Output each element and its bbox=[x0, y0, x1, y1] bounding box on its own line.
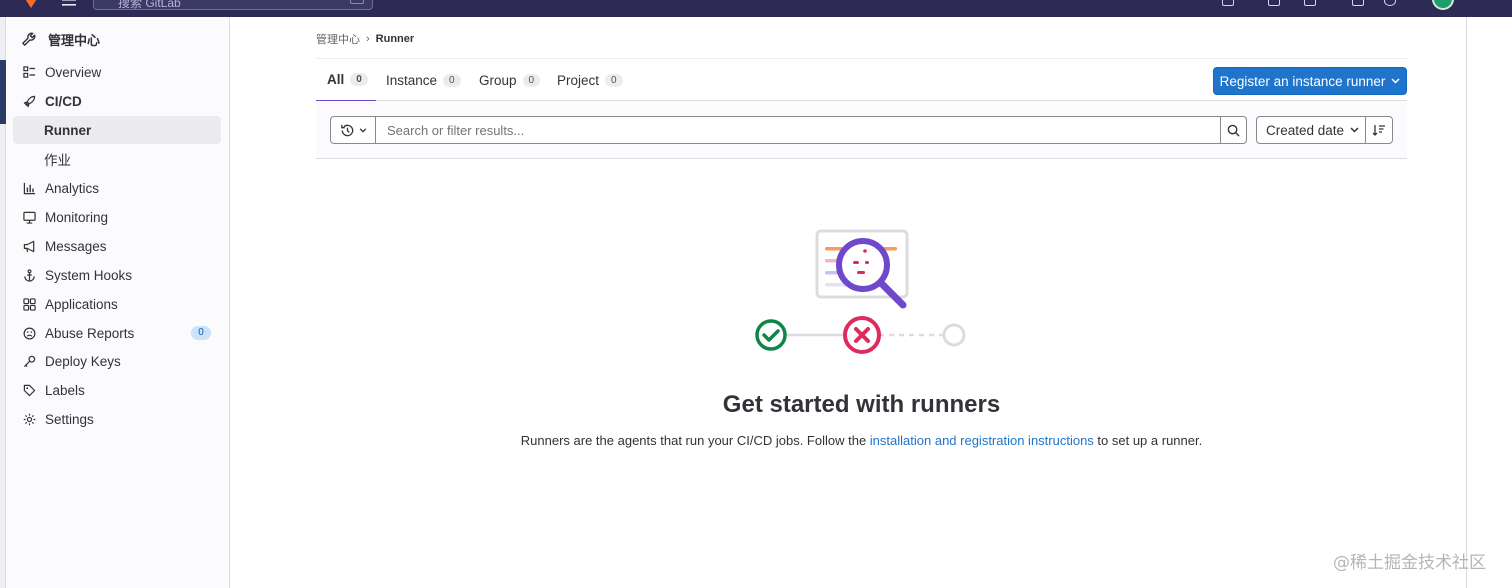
sidebar-item-applications[interactable]: Applications bbox=[13, 290, 221, 318]
todos-icon[interactable] bbox=[1304, 0, 1316, 6]
sidebar-header-title: 管理中心 bbox=[48, 32, 101, 48]
sidebar-item-runner[interactable]: Runner bbox=[13, 116, 221, 144]
plus-icon[interactable] bbox=[1352, 0, 1364, 6]
empty-state-title: Get started with runners bbox=[722, 391, 1001, 418]
history-icon bbox=[341, 124, 354, 136]
key-icon bbox=[23, 355, 36, 367]
merge-requests-icon[interactable] bbox=[1268, 0, 1280, 6]
anchor-icon bbox=[24, 268, 35, 282]
issues-icon[interactable] bbox=[1222, 0, 1234, 6]
rocket-icon bbox=[23, 95, 36, 107]
bullhorn-icon bbox=[23, 240, 35, 252]
filter-bar: Created date bbox=[316, 101, 1407, 159]
register-instance-runner-button[interactable]: Register an instance runner bbox=[1213, 67, 1407, 95]
wrench-icon bbox=[22, 32, 36, 46]
chevron-down-icon bbox=[1350, 127, 1359, 133]
register-button-label: Register an instance runner bbox=[1219, 73, 1386, 89]
sidebar-item-labels[interactable]: Labels bbox=[13, 376, 221, 404]
tab-instance[interactable]: Instance 0 bbox=[375, 59, 472, 101]
monitor-icon bbox=[23, 211, 36, 224]
empty-state-description: Runners are the agents that run your CI/… bbox=[316, 433, 1407, 448]
tab-label: Group bbox=[479, 72, 517, 88]
chart-icon bbox=[23, 182, 36, 194]
sidebar-item-jobs[interactable]: 作业 bbox=[13, 145, 221, 173]
recent-searches-dropdown[interactable] bbox=[330, 116, 376, 144]
sidebar-item-overview[interactable]: Overview bbox=[13, 58, 221, 86]
sort-by-dropdown[interactable]: Created date bbox=[1256, 116, 1366, 144]
global-search-placeholder: 搜索 GitLab bbox=[118, 0, 181, 10]
label-icon bbox=[23, 384, 36, 396]
overview-icon bbox=[23, 65, 36, 78]
sidebar-item-settings[interactable]: Settings bbox=[13, 405, 221, 433]
tab-count: 0 bbox=[522, 73, 541, 87]
abuse-icon bbox=[23, 327, 36, 339]
runners-empty-state-illustration bbox=[755, 229, 966, 354]
menu-icon[interactable] bbox=[62, 0, 76, 8]
sidebar-item-label: Abuse Reports bbox=[45, 325, 135, 341]
user-avatar[interactable] bbox=[1432, 0, 1454, 10]
tab-project[interactable]: Project 0 bbox=[546, 59, 634, 101]
breadcrumb-parent[interactable]: 管理中心 bbox=[316, 31, 360, 47]
sidebar-item-label: Labels bbox=[45, 382, 85, 398]
empty-state-text-after: to set up a runner. bbox=[1093, 433, 1203, 448]
settings-icon bbox=[23, 413, 36, 425]
sidebar-item-cicd[interactable]: CI/CD bbox=[13, 87, 221, 115]
sidebar-item-label: System Hooks bbox=[45, 267, 133, 283]
sidebar-item-label: Deploy Keys bbox=[45, 353, 121, 369]
keyboard-shortcut-icon bbox=[350, 0, 364, 4]
sidebar-item-label: Messages bbox=[45, 238, 107, 254]
sidebar-item-monitoring[interactable]: Monitoring bbox=[13, 203, 221, 231]
sidebar-item-label: CI/CD bbox=[45, 93, 82, 109]
gitlab-logo-icon[interactable] bbox=[22, 0, 40, 8]
help-icon[interactable] bbox=[1384, 0, 1396, 6]
runner-type-tabs: All 0 Instance 0 Group 0 Project 0 Regis… bbox=[316, 58, 1407, 102]
applications-icon bbox=[23, 297, 36, 311]
top-navbar: 搜索 GitLab bbox=[0, 0, 1512, 17]
tab-count: 0 bbox=[350, 73, 368, 86]
installation-instructions-link[interactable]: installation and registration instructio… bbox=[870, 433, 1094, 448]
abuse-reports-count-badge: 0 bbox=[191, 326, 211, 340]
admin-sidebar: 管理中心 Overview CI/CD Runner 作业 Analytics … bbox=[7, 17, 230, 588]
search-icon bbox=[1227, 124, 1240, 137]
tab-count: 0 bbox=[605, 73, 623, 87]
sort-by-label: Created date bbox=[1266, 122, 1345, 138]
tab-group[interactable]: Group 0 bbox=[468, 59, 551, 101]
sidebar-item-abuse-reports[interactable]: Abuse Reports 0 bbox=[13, 319, 221, 347]
breadcrumb: 管理中心 › Runner bbox=[316, 31, 414, 47]
tab-all[interactable]: All 0 bbox=[316, 59, 376, 102]
sort-direction-button[interactable] bbox=[1365, 116, 1393, 144]
watermark: @稀土掘金技术社区 bbox=[1333, 553, 1486, 573]
sort-lowest-icon bbox=[1372, 125, 1385, 136]
sidebar-item-analytics[interactable]: Analytics bbox=[13, 174, 221, 202]
sidebar-item-deploy-keys[interactable]: Deploy Keys bbox=[13, 347, 221, 375]
empty-state-text-before: Runners are the agents that run your CI/… bbox=[520, 433, 870, 448]
sidebar-item-label: Runner bbox=[44, 122, 92, 138]
breadcrumb-separator: › bbox=[366, 33, 370, 45]
global-search-input[interactable]: 搜索 GitLab bbox=[93, 0, 373, 10]
sidebar-item-label: Overview bbox=[45, 64, 102, 80]
tab-label: Instance bbox=[386, 72, 438, 88]
sidebar-header[interactable]: 管理中心 bbox=[21, 29, 100, 49]
sidebar-item-label: Analytics bbox=[45, 180, 100, 196]
background-window-right bbox=[1466, 0, 1512, 588]
sidebar-item-label: Monitoring bbox=[45, 209, 109, 225]
sidebar-item-label: Applications bbox=[45, 296, 118, 312]
tab-count: 0 bbox=[443, 73, 461, 87]
chevron-down-icon bbox=[359, 127, 367, 133]
background-window-left bbox=[0, 0, 6, 588]
sidebar-item-system-hooks[interactable]: System Hooks bbox=[13, 261, 221, 289]
filter-search-input[interactable] bbox=[375, 116, 1221, 144]
breadcrumb-current[interactable]: Runner bbox=[376, 33, 415, 45]
tab-label: All bbox=[327, 72, 345, 87]
sidebar-item-label: Settings bbox=[45, 411, 94, 427]
chevron-down-icon bbox=[1391, 78, 1400, 84]
sidebar-item-messages[interactable]: Messages bbox=[13, 232, 221, 260]
sidebar-item-label: 作业 bbox=[44, 153, 71, 168]
search-button[interactable] bbox=[1220, 116, 1247, 144]
tab-label: Project bbox=[557, 72, 600, 88]
